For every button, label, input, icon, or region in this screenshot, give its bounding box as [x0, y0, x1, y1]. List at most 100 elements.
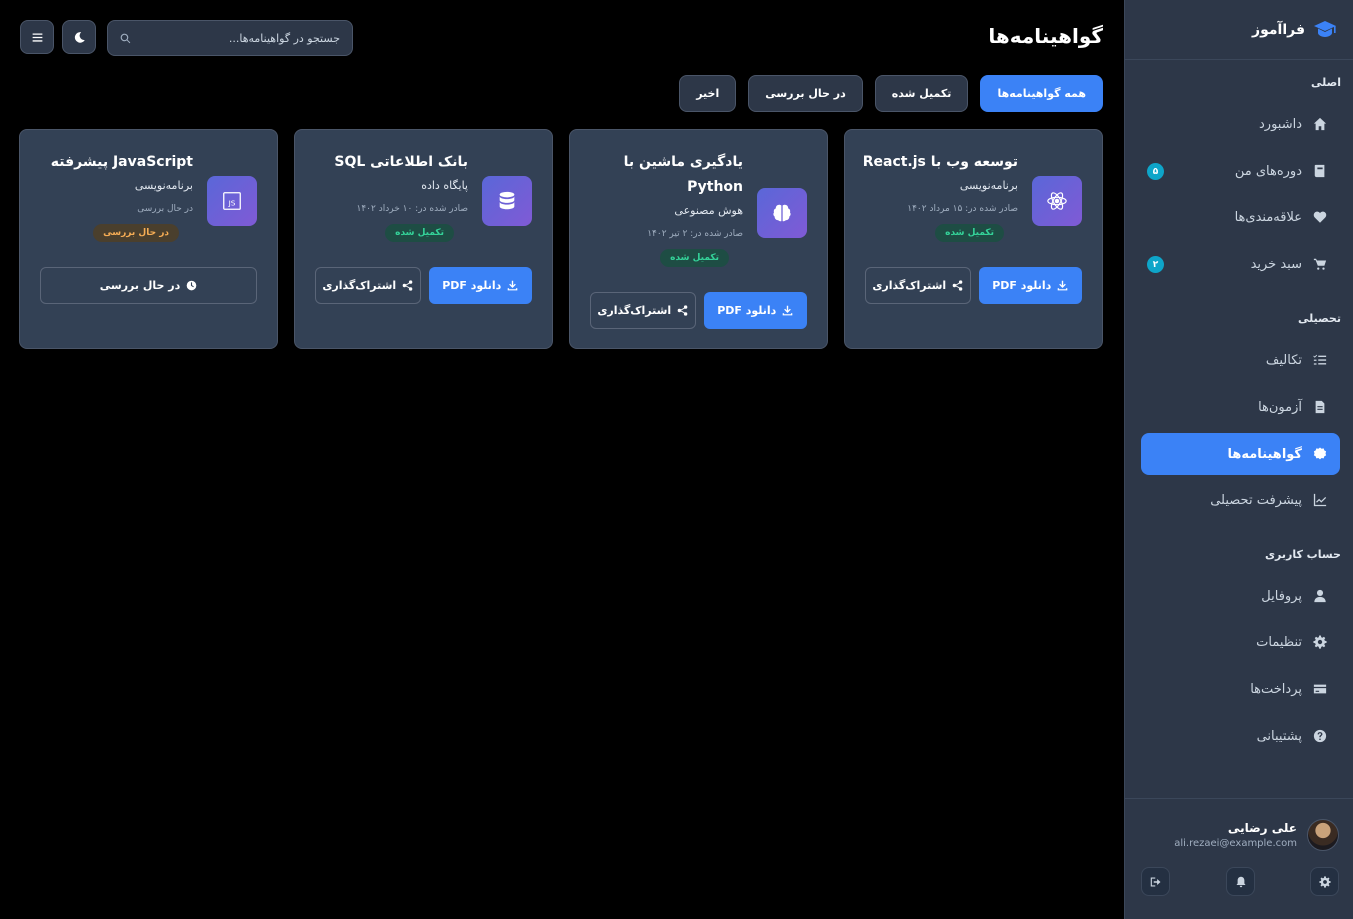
- theme-toggle-button[interactable]: [62, 20, 96, 54]
- sidebar-item-payments[interactable]: پرداخت‌ها: [1141, 668, 1340, 710]
- card-date: صادر شده در: ۲ تیر ۱۴۰۲: [647, 229, 743, 239]
- bell-icon: [1236, 876, 1245, 887]
- certificate-card: توسعه وب با React.js برنامه‌نویسی صادر ش…: [844, 129, 1103, 349]
- tab-all-certificates[interactable]: همه گواهینامه‌ها: [980, 75, 1103, 112]
- download-pdf-button[interactable]: دانلود PDF: [978, 267, 1082, 304]
- card-title: توسعه وب با React.js: [862, 154, 1018, 170]
- card-icon: [482, 176, 532, 226]
- card-title: JavaScript پیشرفته: [50, 154, 193, 170]
- menu-toggle-button[interactable]: [20, 20, 54, 54]
- tab-recent[interactable]: اخیر: [679, 75, 737, 112]
- user-info[interactable]: علی رضایی ali.rezaei@example.com: [1174, 819, 1339, 851]
- sidebar-item-label: تکالیف: [1265, 352, 1302, 368]
- share-button[interactable]: اشتراک‌گذاری: [865, 267, 971, 304]
- page-title: گواهینامه‌ها: [988, 24, 1103, 48]
- cart-icon: [1312, 256, 1328, 272]
- sidebar-footer: علی رضایی ali.rezaei@example.com: [1124, 798, 1353, 919]
- button-label: در حال بررسی: [99, 279, 181, 292]
- sidebar-item-label: پیشرفت تحصیلی: [1210, 492, 1302, 508]
- settings-button[interactable]: [1310, 867, 1339, 896]
- share-button[interactable]: اشتراک‌گذاری: [590, 292, 696, 329]
- courses-count-badge: ۵: [1147, 163, 1164, 180]
- tab-completed[interactable]: تکمیل شده: [874, 75, 969, 112]
- book-icon: [1312, 163, 1328, 179]
- user-name: علی رضایی: [1227, 821, 1297, 835]
- section-title-account: حساب کاربری: [1124, 545, 1353, 565]
- download-pdf-button[interactable]: دانلود PDF: [703, 292, 807, 329]
- credit-card-icon: [1312, 681, 1328, 697]
- certificate-card: JS JavaScript پیشرفته برنامه‌نویسی در حا…: [19, 129, 278, 349]
- certificate-card: بانک اطلاعاتی SQL پایگاه داده صادر شده د…: [294, 129, 553, 349]
- card-actions: دانلود PDF اشتراک‌گذاری: [315, 267, 532, 304]
- card-date: صادر شده در: ۱۰ خرداد ۱۴۰۲: [356, 204, 468, 214]
- section-title-education: تحصیلی: [1124, 309, 1353, 329]
- search-input[interactable]: [139, 31, 340, 45]
- tasks-icon: [1312, 352, 1328, 368]
- button-label: دانلود PDF: [992, 279, 1052, 292]
- card-body: JavaScript پیشرفته برنامه‌نویسی در حال ب…: [34, 150, 193, 242]
- graduation-cap-icon: [1314, 20, 1336, 37]
- card-icon: JS: [207, 176, 257, 226]
- card-category: برنامه‌نویسی: [959, 179, 1018, 192]
- card-title: بانک اطلاعاتی SQL: [334, 154, 468, 170]
- sidebar-item-label: پشتیبانی: [1256, 728, 1302, 744]
- button-label: اشتراک‌گذاری: [322, 279, 397, 292]
- sidebar-item-my-courses[interactable]: دوره‌های من ۵: [1141, 150, 1340, 192]
- sidebar-item-assignments[interactable]: تکالیف: [1141, 339, 1340, 381]
- share-icon: [677, 305, 688, 316]
- gear-icon: [1318, 875, 1331, 888]
- user-meta: علی رضایی ali.rezaei@example.com: [1174, 821, 1297, 849]
- sidebar-item-label: پرداخت‌ها: [1250, 681, 1302, 697]
- sidebar-item-favorites[interactable]: علاقه‌مندی‌ها: [1141, 196, 1340, 238]
- share-icon: [952, 280, 963, 291]
- card-actions: دانلود PDF اشتراک‌گذاری: [865, 267, 1082, 304]
- certificate-card: یادگیری ماشین با Python هوش مصنوعی صادر …: [569, 129, 828, 349]
- gear-icon: [1312, 634, 1328, 650]
- status-badge: تکمیل شده: [660, 249, 729, 267]
- user-icon: [1312, 588, 1328, 604]
- sidebar-item-label: دوره‌های من: [1234, 163, 1302, 179]
- card-category: هوش مصنوعی: [674, 204, 743, 217]
- sidebar-item-profile[interactable]: پروفایل: [1141, 575, 1340, 617]
- user-email: ali.rezaei@example.com: [1174, 838, 1297, 849]
- share-icon: [402, 280, 413, 291]
- logout-icon: [1150, 877, 1160, 886]
- status-badge: در حال بررسی: [93, 224, 179, 242]
- under-review-button[interactable]: در حال بررسی: [40, 267, 257, 304]
- section-title: حساب کاربری: [1264, 548, 1341, 561]
- notifications-button[interactable]: [1226, 867, 1255, 896]
- card-icon: [757, 188, 807, 238]
- svg-text:JS: JS: [228, 199, 236, 208]
- share-button[interactable]: اشتراک‌گذاری: [315, 267, 421, 304]
- card-body: بانک اطلاعاتی SQL پایگاه داده صادر شده د…: [309, 150, 468, 242]
- logout-button[interactable]: [1141, 867, 1170, 896]
- card-category: برنامه‌نویسی: [134, 179, 193, 192]
- sidebar-item-certificates[interactable]: گواهینامه‌ها: [1141, 433, 1340, 475]
- tab-under-review[interactable]: در حال بررسی: [748, 75, 863, 112]
- card-actions: دانلود PDF اشتراک‌گذاری: [590, 292, 807, 329]
- filter-tabs: همه گواهینامه‌ها تکمیل شده در حال بررسی …: [679, 75, 1103, 112]
- card-actions: در حال بررسی: [40, 267, 257, 304]
- search-box[interactable]: [107, 20, 353, 56]
- download-icon: [508, 280, 518, 291]
- brain-icon: [773, 204, 791, 222]
- sidebar-item-progress[interactable]: پیشرفت تحصیلی: [1141, 479, 1340, 521]
- atom-icon: [1047, 192, 1067, 210]
- sidebar-item-dashboard[interactable]: داشبورد: [1141, 103, 1340, 145]
- sidebar-item-exams[interactable]: آزمون‌ها: [1141, 386, 1340, 428]
- button-label: دانلود PDF: [717, 304, 777, 317]
- cart-count-badge: ۲: [1147, 256, 1164, 273]
- download-pdf-button[interactable]: دانلود PDF: [428, 267, 532, 304]
- clock-icon: [186, 280, 197, 291]
- sidebar-item-settings[interactable]: تنظیمات: [1141, 621, 1340, 663]
- section-title-main: اصلی: [1124, 73, 1353, 93]
- brand[interactable]: فراآموز: [1125, 0, 1353, 60]
- sidebar-item-support[interactable]: پشتیبانی: [1141, 715, 1340, 757]
- sidebar-item-cart[interactable]: سبد خرید ۲: [1141, 243, 1340, 285]
- js-icon: JS: [223, 192, 241, 210]
- status-badge: تکمیل شده: [385, 224, 454, 242]
- card-date: در حال بررسی: [137, 204, 193, 214]
- file-icon: [1312, 399, 1328, 415]
- card-date: صادر شده در: ۱۵ مرداد ۱۴۰۲: [907, 204, 1018, 214]
- button-label: اشتراک‌گذاری: [597, 304, 672, 317]
